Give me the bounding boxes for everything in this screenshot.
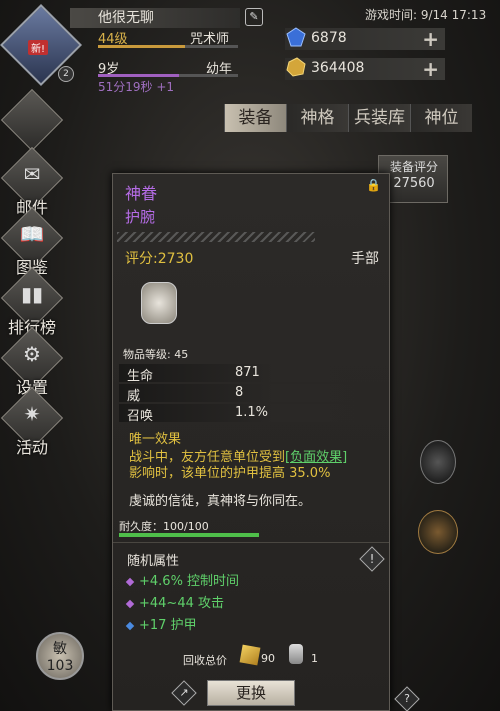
item-name: 神眷 <box>125 184 158 203</box>
event-glyph: ✷ <box>23 402 41 426</box>
resource-row-gems: 6878 + <box>285 26 445 51</box>
bracer-icon <box>141 282 177 324</box>
age-bar <box>98 74 238 77</box>
stat-row: 生命 871 <box>119 364 381 384</box>
unique-desc-text-2: 影响时，该单位的护甲提高 35.0% <box>129 466 331 481</box>
game-time: 游戏时间: 9/14 17:13 <box>365 8 487 22</box>
share-icon[interactable]: ↗ <box>175 684 193 702</box>
recycle-item-value: 1 <box>311 652 318 665</box>
mail-glyph: ✉ <box>23 162 41 186</box>
menu-codex[interactable]: 📖 图鉴 <box>0 206 64 277</box>
debuff-link[interactable]: [负面效果] <box>285 450 347 465</box>
item-tooltip: 🔒 神眷 护腕 评分:2730 手部 物品等级: 45 生命 871 威 8 召… <box>112 173 390 711</box>
durability-label: 耐久度：100/100 <box>119 520 209 533</box>
resource-row-gold: 364408 + <box>285 56 445 81</box>
blue-gem-icon <box>285 26 307 48</box>
recycle-label: 回收总价 <box>183 654 227 667</box>
unique-desc-text: 战斗中，友方任意单位受到 <box>129 450 286 465</box>
item-slot: 手部 <box>351 251 379 267</box>
random-stat: +44~44 攻击 <box>125 592 225 611</box>
gold-count: 364408 <box>311 60 365 76</box>
gold-ore-icon <box>285 56 307 78</box>
tab-god-rank[interactable]: 神位 <box>410 104 472 132</box>
lock-icon[interactable]: 🔒 <box>366 178 381 192</box>
menu-events-label: 活动 <box>15 438 48 457</box>
gem-count: 6878 <box>311 30 347 46</box>
random-stat: +4.6% 控制时间 <box>125 570 240 589</box>
durability-bar <box>119 533 259 537</box>
menu-collapse[interactable] <box>0 88 64 154</box>
stat-name: 召唤 <box>127 409 154 424</box>
random-attributes-title: 随机属性 <box>127 554 180 569</box>
age-timer: 51分19秒 +1 <box>98 80 175 94</box>
agility-label: 敏 <box>53 641 67 657</box>
companion-slot-2[interactable] <box>418 510 458 554</box>
random-stat: +17 护甲 <box>125 614 197 633</box>
add-gold-button[interactable]: + <box>422 57 439 81</box>
flavor-text: 虔诚的信徒，真神将与你同在。 <box>129 494 312 509</box>
menu-mail[interactable]: ✉ 邮件 <box>0 146 64 217</box>
bullet-icon <box>125 599 135 608</box>
agility-stat: 敏 103 <box>36 632 84 680</box>
stat-value: 1.1% <box>235 405 269 420</box>
ornament-divider <box>117 232 315 242</box>
recycle-gold-value: 90 <box>261 652 275 665</box>
menu-events[interactable]: ✷ 活动 <box>0 386 64 457</box>
random-stat-text: +44~44 攻击 <box>139 596 225 611</box>
unique-effect-description: 战斗中，友方任意单位受到[负面效果] 影响时，该单位的护甲提高 35.0% <box>129 450 379 482</box>
age-bar-fill <box>98 74 180 77</box>
add-gems-button[interactable]: + <box>422 27 439 51</box>
item-level: 物品等级: 45 <box>123 348 189 361</box>
info-icon[interactable]: ! <box>363 550 381 568</box>
ranking-glyph: ▮▮ <box>20 282 43 306</box>
gear-glyph: ⚙ <box>23 342 41 366</box>
tab-armory[interactable]: 兵装库 <box>348 104 410 132</box>
swap-button[interactable]: 更换 <box>207 680 295 706</box>
durability-bar-fill <box>119 533 259 537</box>
jar-icon <box>289 644 303 664</box>
edit-name-icon[interactable]: ✎ <box>245 8 263 26</box>
xp-bar-fill <box>98 45 185 48</box>
menu-ranking[interactable]: ▮▮ 排行榜 <box>0 266 64 337</box>
gold-icon <box>239 644 261 666</box>
stat-value: 871 <box>235 365 260 380</box>
book-glyph: 📖 <box>19 222 45 246</box>
unique-effect-title: 唯一效果 <box>129 432 182 447</box>
stat-name: 生命 <box>127 369 154 384</box>
menu-settings[interactable]: ⚙ 设置 <box>0 326 64 397</box>
agility-value: 103 <box>46 658 74 674</box>
random-stat-text: +4.6% 控制时间 <box>139 574 240 589</box>
stat-name: 威 <box>127 389 141 404</box>
companion-slot-1[interactable] <box>420 440 456 484</box>
left-menu: ✉ 邮件 📖 图鉴 ▮▮ 排行榜 ⚙ 设置 ✷ 活动 <box>0 88 64 457</box>
divider <box>113 542 389 543</box>
tab-equipment[interactable]: 装备 <box>224 104 286 132</box>
player-name: 他很无聊 <box>70 8 240 28</box>
bullet-icon <box>125 577 135 586</box>
bullet-icon <box>125 621 135 630</box>
stat-row: 召唤 1.1% <box>119 404 381 424</box>
tab-divinity[interactable]: 神格 <box>286 104 348 132</box>
item-score: 评分:2730 <box>125 251 194 267</box>
stat-value: 8 <box>235 385 244 400</box>
avatar-level-badge: 2 <box>58 66 74 82</box>
new-badge: 新! <box>28 40 49 55</box>
item-type: 护腕 <box>125 208 156 226</box>
equipment-tabs: 装备 神格 兵装库 神位 <box>224 104 472 132</box>
xp-bar <box>98 45 238 48</box>
help-icon[interactable]: ? <box>398 690 416 708</box>
random-stat-text: +17 护甲 <box>139 618 197 633</box>
stat-row: 威 8 <box>119 384 381 404</box>
collapse-icon <box>0 88 64 152</box>
